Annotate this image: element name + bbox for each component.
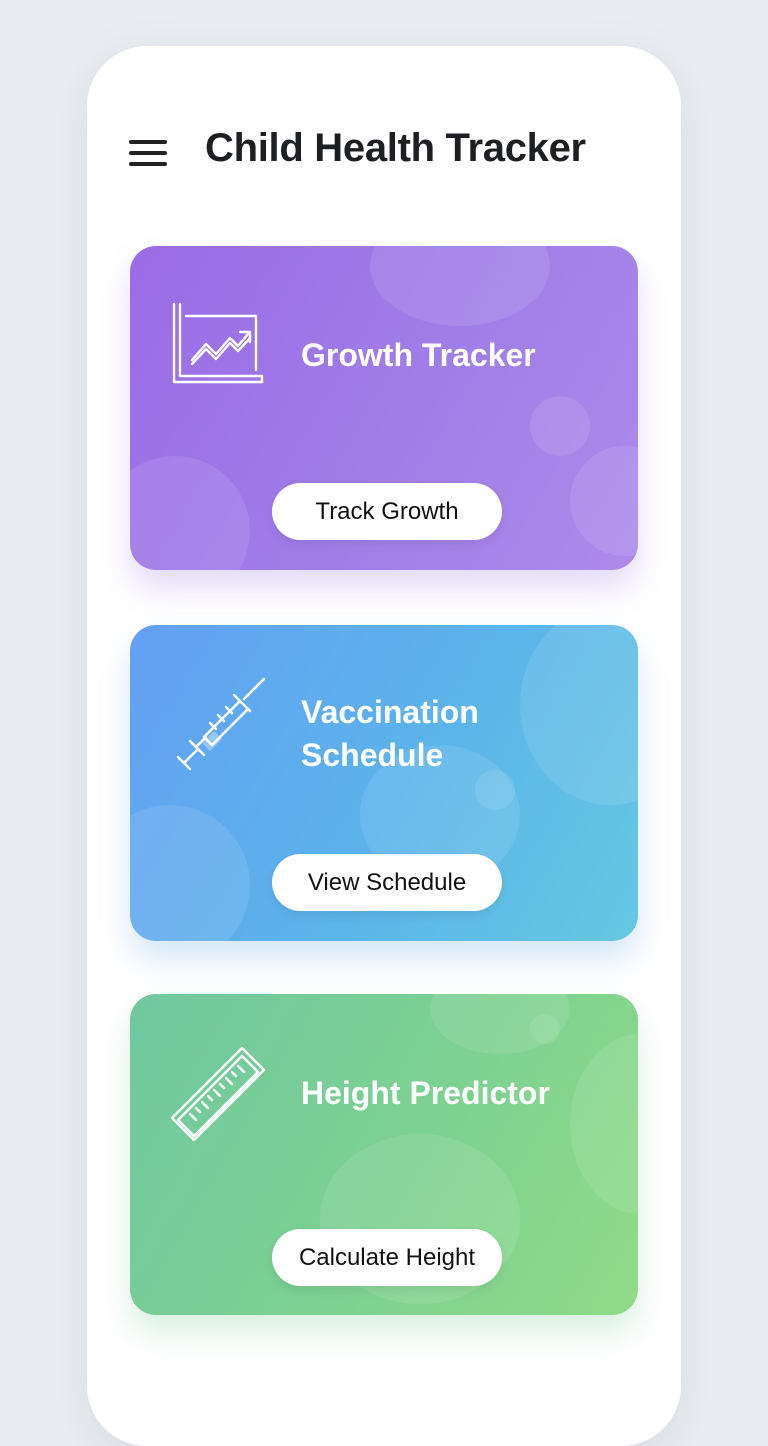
decorative-blob [530,1014,560,1044]
card-title-line: Height Predictor [301,1075,550,1111]
hamburger-menu-icon[interactable] [127,138,169,168]
calculate-height-button[interactable]: Calculate Height [272,1229,502,1286]
growth-tracker-card[interactable]: Growth Tracker Track Growth [130,246,638,570]
decorative-blob [570,1034,638,1214]
page-title: Child Health Tracker [205,126,586,170]
card-title-line: Vaccination [301,694,479,730]
card-title-line: Schedule [301,737,444,773]
growth-chart-icon [172,302,264,384]
height-predictor-card[interactable]: Height Predictor Calculate Height [130,994,638,1315]
decorative-blob [530,396,590,456]
ruler-icon [170,1046,266,1142]
app-header: Child Health Tracker [87,46,681,256]
card-title: Vaccination Schedule [301,691,479,777]
track-growth-button[interactable]: Track Growth [272,483,502,540]
card-title: Height Predictor [301,1072,550,1115]
card-title: Growth Tracker [301,334,536,377]
view-schedule-button[interactable]: View Schedule [272,854,502,911]
decorative-blob [130,805,250,941]
phone-frame: Child Health Tracker Growth Tracker Trac… [87,46,681,1446]
vaccination-schedule-card[interactable]: Vaccination Schedule View Schedule [130,625,638,941]
syringe-icon [176,677,266,771]
decorative-blob [520,625,638,805]
card-title-line: Growth Tracker [301,337,536,373]
decorative-blob [370,246,550,326]
decorative-blob [570,446,638,556]
decorative-blob [130,456,250,570]
